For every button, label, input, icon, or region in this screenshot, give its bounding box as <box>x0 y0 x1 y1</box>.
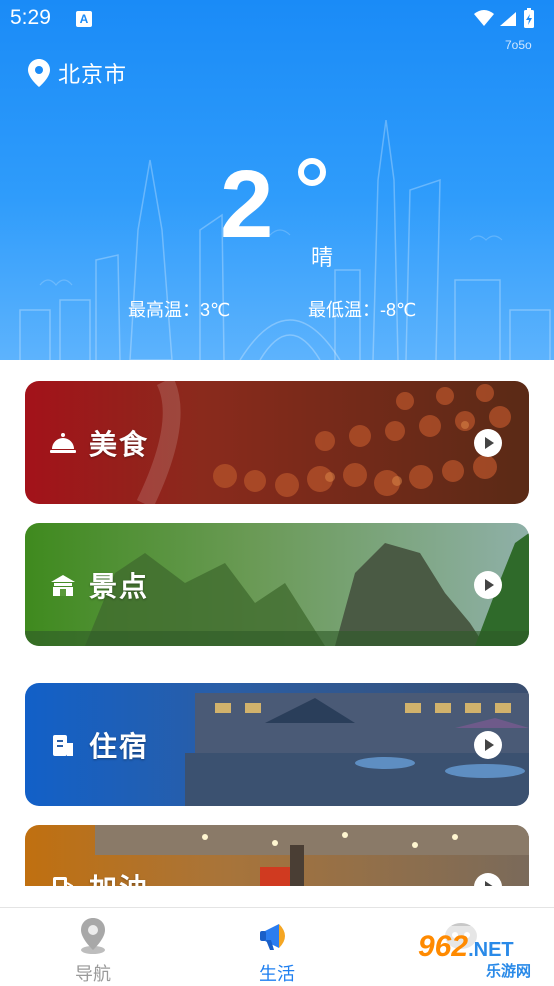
watermark-subtext: 乐游网 <box>486 963 532 980</box>
category-card-list: 美食 景点 住宿 <box>0 360 554 886</box>
city-name: 北京市 <box>58 62 128 87</box>
current-temperature: 2 <box>220 151 274 258</box>
scenic-building-icon <box>51 574 75 596</box>
hotel-card-title: 住宿 <box>49 683 149 806</box>
play-icon[interactable] <box>473 428 503 458</box>
degree-symbol <box>298 158 326 186</box>
scenic-card[interactable]: 景点 <box>25 523 529 646</box>
hotel-card[interactable]: 住宿 <box>25 683 529 806</box>
weather-header: 5:29 A 7o5o 北京市 2 晴 最高温：3℃ 最低温：-8℃ <box>0 0 554 360</box>
notification-icon: A <box>76 11 92 27</box>
play-icon[interactable] <box>473 872 503 886</box>
low-temperature: 最低温：-8℃ <box>308 300 417 320</box>
play-icon[interactable] <box>473 570 503 600</box>
map-pin-icon <box>81 918 105 954</box>
gas-card[interactable]: 加油 <box>25 825 529 886</box>
gas-card-label: 加油 <box>89 867 149 887</box>
status-bar: 5:29 A <box>0 0 554 38</box>
food-card[interactable]: 美食 <box>25 381 529 504</box>
scenic-card-title: 景点 <box>49 523 149 646</box>
tab-life[interactable]: 生活 <box>246 908 308 986</box>
food-card-title: 美食 <box>49 381 149 504</box>
status-time: 5:29 <box>10 6 51 29</box>
brand-mark: 7o5o <box>505 38 532 52</box>
location-selector[interactable]: 北京市 <box>28 58 127 88</box>
watermark-logo-text: 962.NET <box>418 930 514 963</box>
megaphone-icon <box>260 924 285 950</box>
gas-station-icon <box>53 876 73 886</box>
food-card-label: 美食 <box>89 428 150 460</box>
weather-condition: 晴 <box>311 245 334 270</box>
location-pin-icon <box>28 59 50 87</box>
food-cloche-icon <box>50 432 76 453</box>
play-icon[interactable] <box>473 730 503 760</box>
tab-navigation-label: 导航 <box>75 964 111 984</box>
scenic-card-label: 景点 <box>89 570 150 602</box>
tab-life-label: 生活 <box>259 964 295 984</box>
tab-navigation[interactable]: 导航 <box>62 908 124 986</box>
hotel-card-label: 住宿 <box>89 730 150 762</box>
signal-battery-icons <box>474 8 534 28</box>
hotel-icon <box>53 734 73 756</box>
city-skyline-illustration <box>19 120 551 360</box>
high-temperature: 最高温：3℃ <box>128 300 231 320</box>
gas-card-title: 加油 <box>49 825 149 886</box>
